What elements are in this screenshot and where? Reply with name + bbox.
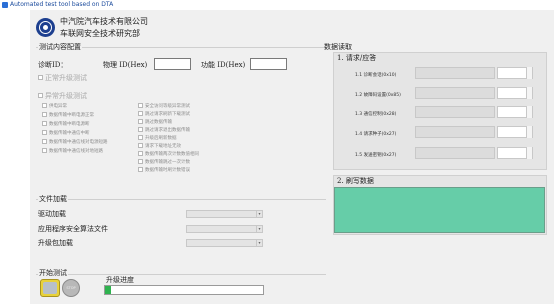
chevron-down-icon[interactable]: ▾ bbox=[256, 211, 262, 217]
option-checkbox[interactable] bbox=[138, 135, 143, 140]
request-send-field[interactable] bbox=[415, 147, 495, 159]
option-label: 数据传输中通信线对地短路 bbox=[49, 149, 103, 154]
chevron-down-icon[interactable]: ▾ bbox=[256, 226, 262, 232]
normal-upgrade-label: 正常升级测试 bbox=[45, 74, 87, 82]
spinner-icon[interactable] bbox=[526, 106, 532, 118]
option-label: 请求下载地址无效 bbox=[145, 144, 181, 149]
flash-data-title: 2. 刷写数据 bbox=[337, 177, 374, 185]
abnormal-upgrade-label: 异常升级测试 bbox=[45, 92, 87, 100]
option-checkbox[interactable] bbox=[138, 119, 143, 124]
option-label: 数据传输中断电源断 bbox=[49, 122, 90, 127]
title-bar: Automated test tool based on DTA bbox=[0, 0, 554, 10]
option-label: 数据传输中断电源正常 bbox=[49, 113, 94, 118]
diag-id-label: 诊断ID： bbox=[38, 61, 68, 69]
option-label: 供电异常 bbox=[49, 104, 67, 109]
request-send-field[interactable] bbox=[415, 126, 495, 138]
start-group-title: 开始测试 bbox=[38, 268, 68, 278]
option-checkbox[interactable] bbox=[138, 159, 143, 164]
option-label: 数据传输中通信中断 bbox=[49, 131, 90, 136]
spinner-icon[interactable] bbox=[526, 87, 532, 99]
request-value-field[interactable] bbox=[497, 67, 533, 79]
upgrade-progress-bar bbox=[104, 285, 264, 295]
config-group-title: 测试内容配置 bbox=[38, 42, 82, 52]
option-checkbox[interactable] bbox=[42, 148, 47, 153]
request-response-title: 1. 请求/应答 bbox=[337, 54, 377, 62]
option-checkbox[interactable] bbox=[138, 167, 143, 172]
start-group-border bbox=[36, 274, 326, 275]
company-logo bbox=[36, 18, 55, 37]
data-read-title: 数据读取 bbox=[324, 43, 352, 51]
option-label: 数据传输两次计数数值相同 bbox=[145, 152, 199, 157]
start-icon bbox=[43, 282, 57, 294]
option-checkbox[interactable] bbox=[42, 121, 47, 126]
request-value-field[interactable] bbox=[497, 147, 533, 159]
physical-id-input[interactable] bbox=[154, 58, 191, 70]
start-button[interactable] bbox=[40, 279, 60, 297]
request-label: 1.2 故障码设置(0x85) bbox=[355, 93, 401, 98]
request-label: 1.3 通信控制(0x28) bbox=[355, 112, 397, 117]
request-label: 1.4 请求种子(0x27) bbox=[355, 132, 397, 137]
driver-file-select[interactable]: ▾ bbox=[186, 210, 263, 218]
normal-upgrade-checkbox[interactable] bbox=[38, 75, 43, 80]
option-checkbox[interactable] bbox=[138, 103, 143, 108]
progress-label: 升级进度 bbox=[106, 276, 134, 284]
option-checkbox[interactable] bbox=[138, 151, 143, 156]
flash-data-output[interactable] bbox=[334, 187, 545, 233]
upgrade-package-select[interactable]: ▾ bbox=[186, 239, 263, 247]
option-label: 升级后刷新数据 bbox=[145, 136, 177, 141]
department-name: 车联网安全技术研究部 bbox=[60, 29, 140, 38]
functional-id-input[interactable] bbox=[250, 58, 287, 70]
spinner-icon[interactable] bbox=[526, 147, 532, 159]
functional-id-label: 功能 ID(Hex) bbox=[201, 61, 246, 69]
option-label: 数据传输跳过一次计数 bbox=[145, 160, 190, 165]
request-send-field[interactable] bbox=[415, 106, 495, 118]
option-checkbox[interactable] bbox=[42, 103, 47, 108]
driver-load-label: 驱动加载 bbox=[38, 210, 66, 218]
option-label: 数据传输中通信线对电源短路 bbox=[49, 140, 108, 145]
option-checkbox[interactable] bbox=[138, 143, 143, 148]
request-send-field[interactable] bbox=[415, 67, 495, 79]
option-label: 跳过数据传输 bbox=[145, 120, 172, 125]
file-group-title: 文件加载 bbox=[38, 194, 68, 204]
spinner-icon[interactable] bbox=[526, 67, 532, 79]
option-checkbox[interactable] bbox=[42, 130, 47, 135]
option-label: 安全访问等级异常测试 bbox=[145, 104, 190, 109]
app-icon bbox=[2, 2, 8, 8]
progress-fill bbox=[105, 286, 112, 294]
option-checkbox[interactable] bbox=[42, 112, 47, 117]
upgrade-package-label: 升级包加载 bbox=[38, 239, 73, 247]
physical-id-label: 物理 ID(Hex) bbox=[103, 61, 148, 69]
algorithm-file-select[interactable]: ▾ bbox=[186, 225, 263, 233]
request-label: 1.1 诊断会话(0x10) bbox=[355, 73, 397, 78]
stop-label: STOP bbox=[66, 286, 76, 290]
option-label: 跳过请求刷新下载测试 bbox=[145, 112, 190, 117]
chevron-down-icon[interactable]: ▾ bbox=[256, 240, 262, 246]
request-label: 1.5 发送密钥(0x27) bbox=[355, 153, 397, 158]
option-checkbox[interactable] bbox=[42, 139, 47, 144]
option-checkbox[interactable] bbox=[138, 111, 143, 116]
request-send-field[interactable] bbox=[415, 87, 495, 99]
stop-button[interactable]: STOP bbox=[62, 279, 80, 297]
company-name: 中汽院汽车技术有限公司 bbox=[60, 17, 148, 26]
request-value-field[interactable] bbox=[497, 106, 533, 118]
spinner-icon[interactable] bbox=[526, 126, 532, 138]
option-checkbox[interactable] bbox=[138, 127, 143, 132]
option-label: 跳过请求退出数据传输 bbox=[145, 128, 190, 133]
option-label: 数据传输时刷计数错误 bbox=[145, 168, 190, 173]
window-title: Automated test tool based on DTA bbox=[10, 1, 114, 8]
request-value-field[interactable] bbox=[497, 87, 533, 99]
abnormal-upgrade-checkbox[interactable] bbox=[38, 93, 43, 98]
algorithm-file-label: 应用程序安全算法文件 bbox=[38, 225, 108, 233]
file-group-border bbox=[36, 199, 326, 200]
request-value-field[interactable] bbox=[497, 126, 533, 138]
